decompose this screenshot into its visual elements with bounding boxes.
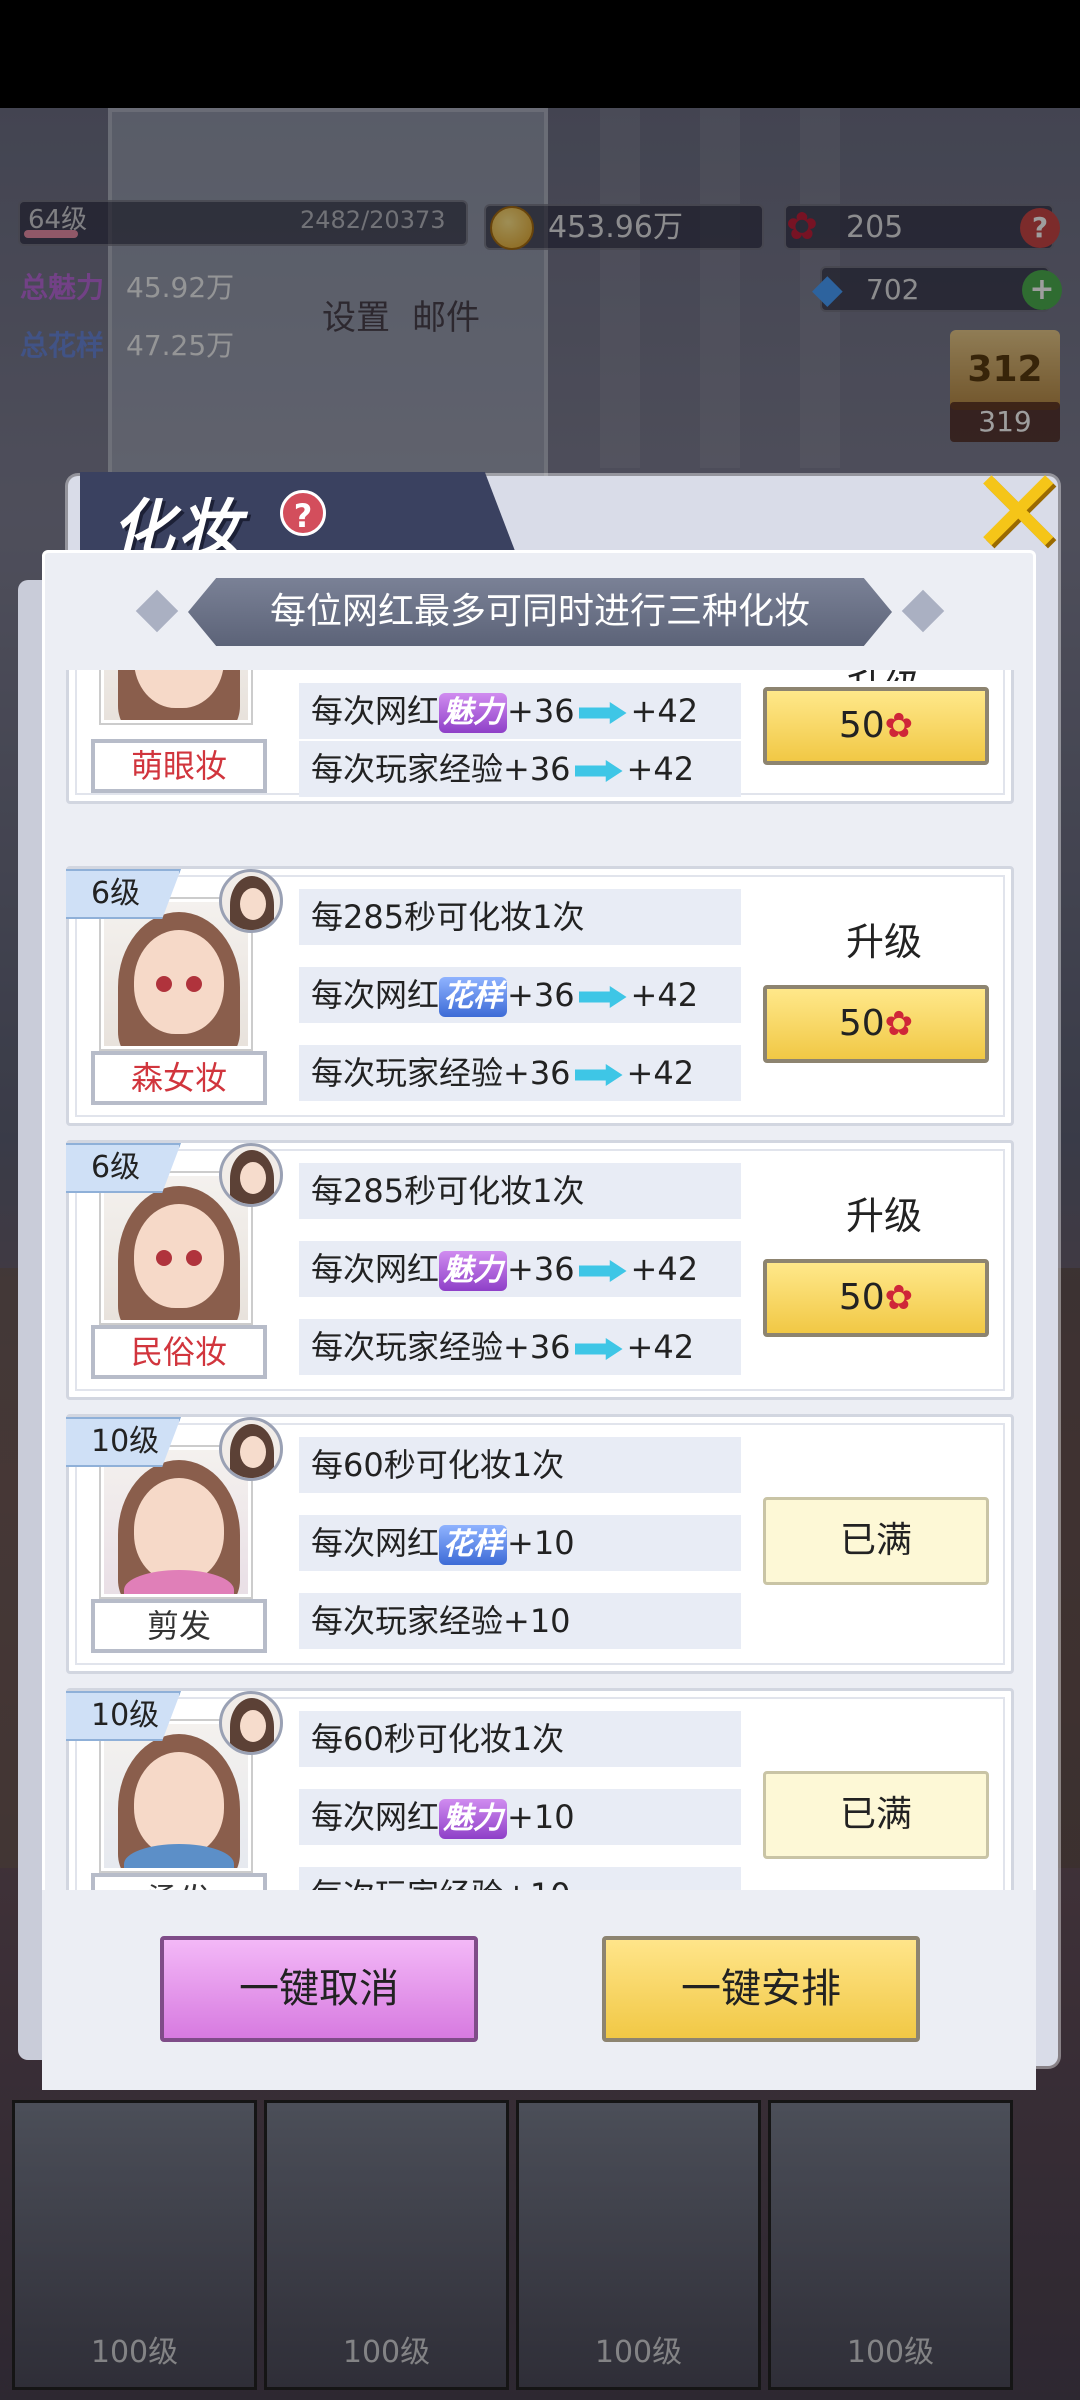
arrange-all-button[interactable]: 一键安排 bbox=[602, 1936, 920, 2042]
exp-line: 每次玩家经验+10 bbox=[299, 1593, 741, 1649]
exp-to: +42 bbox=[626, 1054, 695, 1092]
upgrade-cost: 50 bbox=[838, 705, 885, 746]
makeup-row: 6级 森女妆 每285秒可化妆1次 每次网红 花样 +36 +42 每次玩家经验+36… bbox=[66, 866, 1014, 1126]
rose-icon: ✿ bbox=[884, 1004, 914, 1044]
question-icon[interactable]: ? bbox=[280, 490, 326, 536]
upgrade-cost: 50 bbox=[838, 1277, 885, 1318]
attribute-from: +36 bbox=[507, 1250, 575, 1288]
level-badge: 10级 bbox=[66, 1417, 181, 1467]
charm-tag: 魅力 bbox=[439, 1251, 508, 1291]
makeup-row: 6级 民俗妆 每285秒可化妆1次 每次网红 魅力 +36 +42 每次玩家经验+36… bbox=[66, 1140, 1014, 1400]
exp-text: 每次玩家经验+36 bbox=[311, 1328, 571, 1366]
exp-text: 每次玩家经验+36 bbox=[311, 1054, 571, 1092]
makeup-row: 10级 烫发 每60秒可化妆1次 每次网红魅力+10 每次玩家经验+10 已满 bbox=[66, 1688, 1014, 1890]
rose-icon: ✿ bbox=[884, 706, 914, 746]
portrait-eye bbox=[156, 976, 172, 992]
interval-line: 每285秒可化妆1次 bbox=[299, 1163, 741, 1219]
makeup-name: 森女妆 bbox=[91, 1051, 267, 1105]
upgrade-label: 升级 bbox=[845, 920, 922, 964]
attribute-to: +42 bbox=[630, 1250, 699, 1288]
attribute-to: +42 bbox=[630, 976, 699, 1014]
makeup-name: 剪发 bbox=[91, 1599, 267, 1653]
arrow-right-icon bbox=[574, 760, 623, 782]
makeup-name: 烫发 bbox=[91, 1873, 267, 1890]
portrait-face bbox=[134, 1478, 224, 1582]
attribute-line: 每次网红 魅力 +36 +42 bbox=[299, 683, 741, 739]
level-badge: 6级 bbox=[66, 869, 181, 919]
level-badge: 6级 bbox=[66, 1143, 181, 1193]
portrait-face bbox=[134, 1752, 224, 1856]
attribute-to: +42 bbox=[630, 692, 699, 730]
arrow-right-icon bbox=[578, 986, 627, 1008]
attribute-prefix: 每次网红 bbox=[311, 1250, 440, 1288]
assigned-avatar[interactable] bbox=[219, 1417, 283, 1481]
arrow-right-icon bbox=[578, 702, 627, 724]
style-tag: 花样 bbox=[439, 1525, 508, 1565]
exp-line: 每次玩家经验+36 +42 bbox=[299, 1319, 741, 1375]
exp-line: 每次玩家经验+36 +42 bbox=[299, 1045, 741, 1101]
makeup-name: 民俗妆 bbox=[91, 1325, 267, 1379]
upgrade-label: 升级 bbox=[769, 670, 999, 681]
upgrade-label: 升级 bbox=[845, 1194, 922, 1238]
upgrade-button[interactable]: 50✿ bbox=[763, 1259, 989, 1337]
interval-line: 每60秒可化妆1次 bbox=[299, 1437, 741, 1493]
upgrade-button[interactable]: 50✿ bbox=[763, 687, 989, 765]
portrait-face bbox=[134, 1204, 224, 1308]
maxed-button: 已满 bbox=[763, 1497, 989, 1585]
exp-to: +42 bbox=[626, 750, 695, 788]
exp-line: 每次玩家经验+36 +42 bbox=[299, 741, 741, 797]
arrow-right-icon bbox=[578, 1260, 627, 1282]
interval-line: 每285秒可化妆1次 bbox=[299, 889, 741, 945]
assigned-avatar[interactable] bbox=[219, 869, 283, 933]
attribute-line: 每次网红 花样 +10 bbox=[299, 1515, 741, 1571]
portrait-eye bbox=[186, 976, 202, 992]
exp-line: 每次玩家经验+10 bbox=[299, 1867, 741, 1890]
charm-tag: 魅力 bbox=[439, 1799, 508, 1839]
makeup-portrait bbox=[101, 670, 251, 723]
exp-text: 每次玩家经验+36 bbox=[311, 750, 571, 788]
assigned-avatar[interactable] bbox=[219, 1143, 283, 1207]
info-banner-text: 每位网红最多可同时进行三种化妆 bbox=[269, 591, 810, 632]
style-tag: 花样 bbox=[439, 977, 508, 1017]
portrait-eye bbox=[156, 1250, 172, 1266]
makeup-name: 萌眼妆 bbox=[91, 739, 267, 793]
rose-icon: ✿ bbox=[884, 1278, 914, 1318]
attribute-prefix: 每次网红 bbox=[311, 1798, 440, 1836]
arrow-right-icon bbox=[574, 1064, 623, 1086]
portrait-face bbox=[134, 930, 224, 1034]
attribute-from: +10 bbox=[507, 1798, 575, 1836]
attribute-from: +10 bbox=[507, 1524, 575, 1562]
maxed-button: 已满 bbox=[763, 1771, 989, 1859]
assigned-avatar[interactable] bbox=[219, 1691, 283, 1755]
attribute-from: +36 bbox=[507, 976, 575, 1014]
portrait-eye bbox=[186, 1250, 202, 1266]
attribute-line: 每次网红 魅力 +10 bbox=[299, 1789, 741, 1845]
makeup-row: 10级 剪发 每60秒可化妆1次 每次网红 花样 +10 每次玩家经验+10 已满 bbox=[66, 1414, 1014, 1674]
level-badge: 10级 bbox=[66, 1691, 181, 1741]
attribute-prefix: 每次网红 bbox=[311, 1524, 440, 1562]
cancel-all-button[interactable]: 一键取消 bbox=[160, 1936, 478, 2042]
arrow-right-icon bbox=[574, 1338, 623, 1360]
upgrade-cost: 50 bbox=[838, 1003, 885, 1044]
interval-line: 每60秒可化妆1次 bbox=[299, 1711, 741, 1767]
charm-tag: 魅力 bbox=[439, 693, 508, 733]
exp-to: +42 bbox=[626, 1328, 695, 1366]
makeup-row: 萌眼妆 每次网红魅力+36 +42 每次玩家经验+36 +42 升级 50✿ bbox=[66, 670, 1014, 804]
upgrade-button[interactable]: 50✿ bbox=[763, 985, 989, 1063]
attribute-from: +36 bbox=[507, 692, 575, 730]
attribute-prefix: 每次网红 bbox=[311, 692, 440, 730]
makeup-list[interactable]: 萌眼妆 每次网红魅力+36+42 每次玩家经验+36+42 升级 50✿ 6级 … bbox=[66, 670, 1014, 1890]
close-icon[interactable]: ✕ bbox=[968, 454, 1069, 574]
attribute-line: 每次网红 魅力 +36 +42 bbox=[299, 1241, 741, 1297]
attribute-prefix: 每次网红 bbox=[311, 976, 440, 1014]
attribute-line: 每次网红 花样 +36 +42 bbox=[299, 967, 741, 1023]
